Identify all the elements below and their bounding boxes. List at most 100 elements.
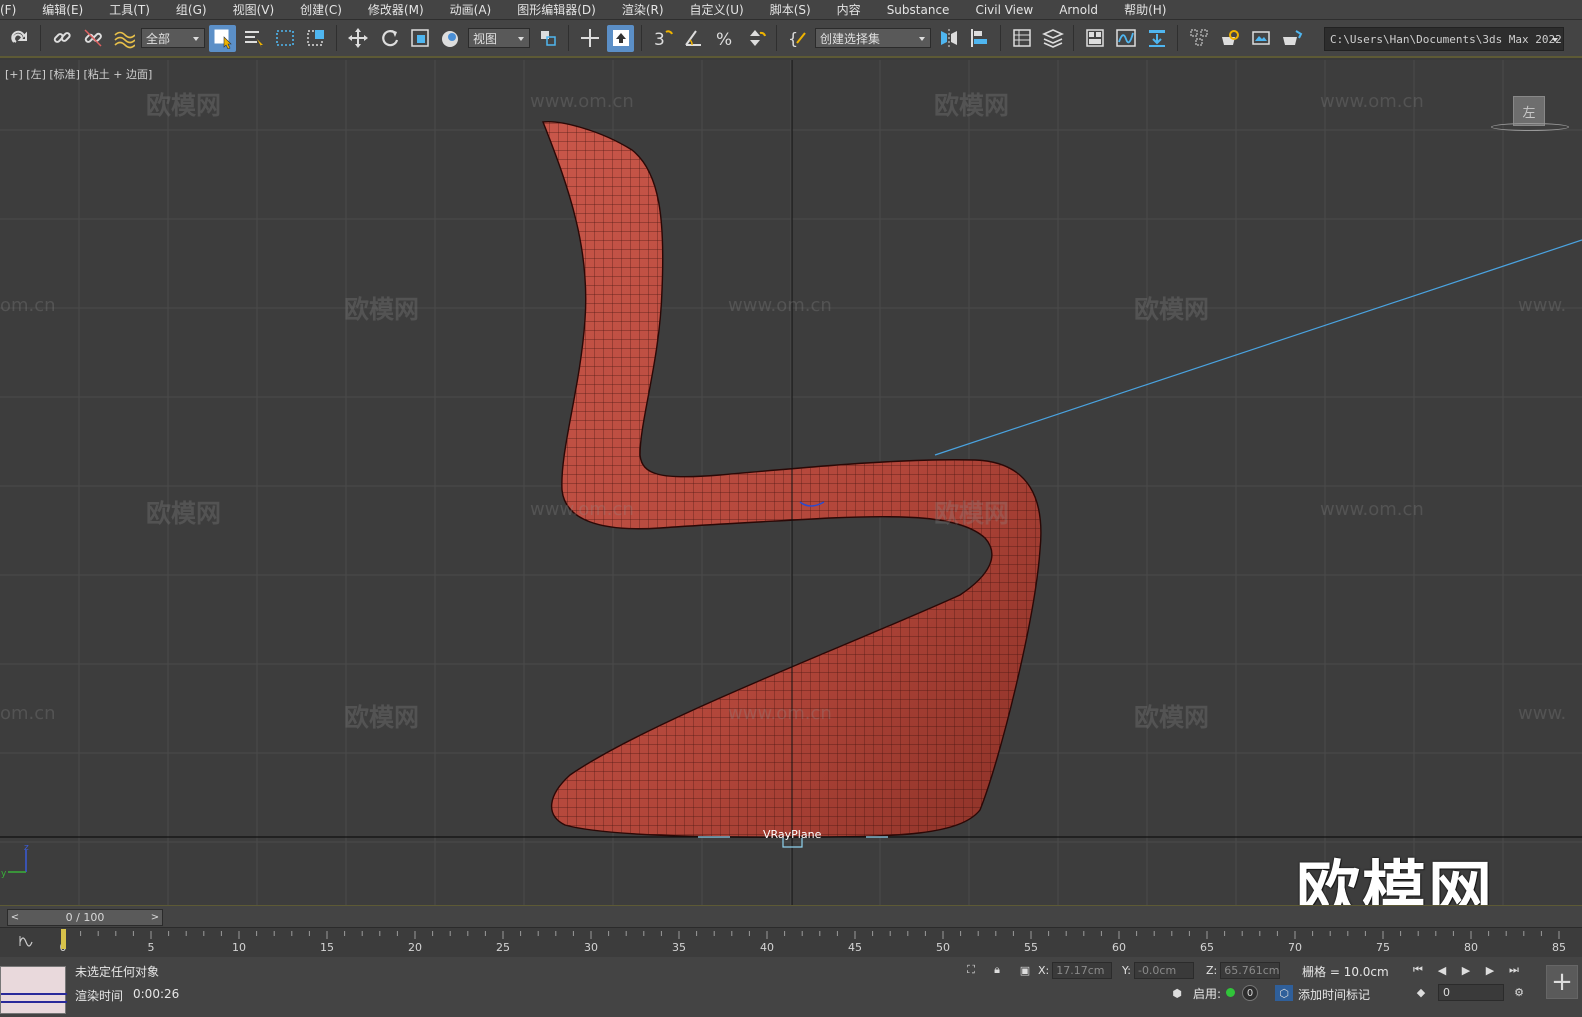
previous-frame-icon[interactable]: ◀︎ <box>1433 962 1451 978</box>
pivot-center-icon[interactable] <box>534 25 561 52</box>
viewport-scene: z y <box>0 60 1582 905</box>
select-object-icon[interactable] <box>209 24 236 52</box>
menu-item[interactable]: 修改器(M) <box>355 1 437 18</box>
reference-coord-dropdown[interactable]: 视图 <box>468 28 530 48</box>
menu-item[interactable]: 内容 <box>824 1 874 18</box>
menu-item[interactable]: 组(G) <box>163 1 220 18</box>
menu-item[interactable]: Substance <box>874 3 963 17</box>
menu-item[interactable]: Civil View <box>962 3 1046 17</box>
viewcube-compass-ring[interactable] <box>1491 123 1569 131</box>
menu-item[interactable]: 渲染(R) <box>609 1 677 18</box>
watermark: 欧模网 <box>934 91 1010 120</box>
x-field[interactable]: 17.17cm <box>1052 962 1113 979</box>
select-by-name-icon[interactable] <box>240 25 267 52</box>
go-to-start-icon[interactable]: ⏮︎ <box>1409 962 1427 978</box>
select-manipulate-icon[interactable] <box>576 25 603 52</box>
watermark: www.om.cn <box>530 91 634 112</box>
angle-snap-icon[interactable] <box>680 25 707 52</box>
menu-item[interactable]: 编辑(E) <box>29 1 96 18</box>
y-label: Y: <box>1122 964 1131 977</box>
curve-editor-icon[interactable] <box>1112 25 1139 52</box>
track-tick-label: 20 <box>408 941 422 954</box>
y-field[interactable]: -0.0cm <box>1133 962 1194 979</box>
menu-item[interactable]: (F) <box>0 3 29 17</box>
scene-explorer-icon[interactable] <box>1008 25 1035 52</box>
viewport-label-menu[interactable]: [+] [左] [标准] [粘土 + 边面] <box>5 66 152 82</box>
menu-item[interactable]: 自定义(U) <box>677 1 757 18</box>
material-editor-icon[interactable] <box>1185 25 1212 52</box>
track-bar[interactable]: 0510152025303540455055606570758085 <box>0 927 1582 957</box>
render-setup-icon[interactable] <box>1216 25 1243 52</box>
move-icon[interactable] <box>344 25 371 52</box>
menu-item[interactable]: 动画(A) <box>437 1 505 18</box>
rotate-icon[interactable] <box>375 25 402 52</box>
percent-snap-icon[interactable]: % <box>711 25 738 52</box>
main-toolbar: 全部 视图 3 % {创建选择集 C:\Users\Han\Documents… <box>0 20 1582 58</box>
viewcube[interactable]: 左 <box>1491 96 1569 136</box>
set-key-icon[interactable]: + <box>1546 965 1578 999</box>
track-bar-ticks: 0510152025303540455055606570758085 <box>19 929 1566 954</box>
spinner-snap-icon[interactable] <box>742 25 769 52</box>
named-selection-dropdown[interactable]: 创建选择集 <box>815 28 931 48</box>
place-icon[interactable] <box>437 25 464 52</box>
track-tick-label: 80 <box>1464 941 1478 954</box>
menu-item[interactable]: Arnold <box>1046 3 1111 17</box>
mini-curve-editor-icon[interactable] <box>19 936 33 947</box>
menu-item[interactable]: 帮助(H) <box>1111 1 1179 18</box>
menu-item[interactable]: 脚本(S) <box>757 1 824 18</box>
schematic-view-icon[interactable] <box>1143 25 1170 52</box>
watermark: om.cn <box>0 703 56 724</box>
z-field[interactable]: 65.761cm <box>1220 962 1281 979</box>
watermark: www.om.cn <box>728 703 832 724</box>
absolute-mode-icon[interactable]: ▣ <box>1016 962 1034 978</box>
add-time-tag[interactable]: 添加时间标记 <box>1298 986 1370 1003</box>
vrayplane-label: VRayPlane <box>763 828 822 841</box>
toolbar-separator <box>1177 25 1178 51</box>
maxscript-mini-listener[interactable] <box>0 966 67 1014</box>
layer-explorer-icon[interactable] <box>1039 25 1066 52</box>
svg-text:%: % <box>716 30 732 49</box>
menu-item[interactable]: 工具(T) <box>96 1 163 18</box>
mirror-icon[interactable] <box>935 25 962 52</box>
time-configuration-icon[interactable]: ⚙︎ <box>1510 984 1528 1000</box>
edit-named-selection-icon[interactable]: { <box>784 25 811 52</box>
project-path-dropdown[interactable]: C:\Users\Han\Documents\3ds Max 2022 <box>1324 27 1564 51</box>
play-icon[interactable]: ▶︎ <box>1457 962 1475 978</box>
scale-icon[interactable] <box>406 25 433 52</box>
next-frame-icon[interactable]: ▶︎ <box>1481 962 1499 978</box>
snaps-toggle-icon[interactable]: 3 <box>649 25 676 52</box>
window-crossing-icon[interactable] <box>302 25 329 52</box>
redo-icon[interactable] <box>6 25 33 52</box>
track-tick-label: 40 <box>760 941 774 954</box>
bind-spacewarp-icon[interactable] <box>110 25 137 52</box>
time-tag-icon[interactable]: ⬡ <box>1275 985 1293 1001</box>
toggle-ribbon-icon[interactable] <box>1081 25 1108 52</box>
keyboard-shortcut-toggle-icon[interactable] <box>607 24 634 52</box>
current-frame-marker[interactable] <box>61 929 66 949</box>
unlink-icon[interactable] <box>79 25 106 52</box>
align-icon[interactable] <box>966 25 993 52</box>
z-coordinate: Z: 65.761cm <box>1206 962 1281 979</box>
render-production-icon[interactable] <box>1278 25 1305 52</box>
menu-item[interactable]: 创建(C) <box>287 1 355 18</box>
named-selection-value: 创建选择集 <box>820 31 881 46</box>
link-icon[interactable] <box>48 25 75 52</box>
track-tick-label: 60 <box>1112 941 1126 954</box>
menu-item[interactable]: 视图(V) <box>220 1 288 18</box>
track-tick-label: 65 <box>1200 941 1214 954</box>
key-mode-icon[interactable]: ◆ <box>1412 984 1430 1000</box>
go-to-end-icon[interactable]: ⏭︎ <box>1505 962 1523 978</box>
isolate-selection-icon[interactable]: ⛶ <box>962 962 980 978</box>
rectangular-region-icon[interactable] <box>271 25 298 52</box>
adaptive-degradation-icon[interactable]: ⬢ <box>1168 985 1186 1001</box>
current-frame-field[interactable]: 0 <box>1438 984 1504 1001</box>
viewcube-face-left[interactable]: 左 <box>1513 96 1545 126</box>
menu-item[interactable]: 图形编辑器(D) <box>504 1 609 18</box>
time-slider[interactable]: < 0 / 100 > <box>7 909 163 926</box>
time-slider-prev-button[interactable]: < <box>8 912 22 923</box>
rendered-frame-window-icon[interactable] <box>1247 25 1274 52</box>
selection-filter-dropdown[interactable]: 全部 <box>141 28 205 48</box>
selection-lock-icon[interactable]: 🔒︎ <box>988 962 1006 978</box>
viewport-left[interactable]: z y [+] [左] [标准] [粘土 + 边面] 欧模网 www.om.cn… <box>0 60 1582 905</box>
time-slider-next-button[interactable]: > <box>148 912 162 923</box>
